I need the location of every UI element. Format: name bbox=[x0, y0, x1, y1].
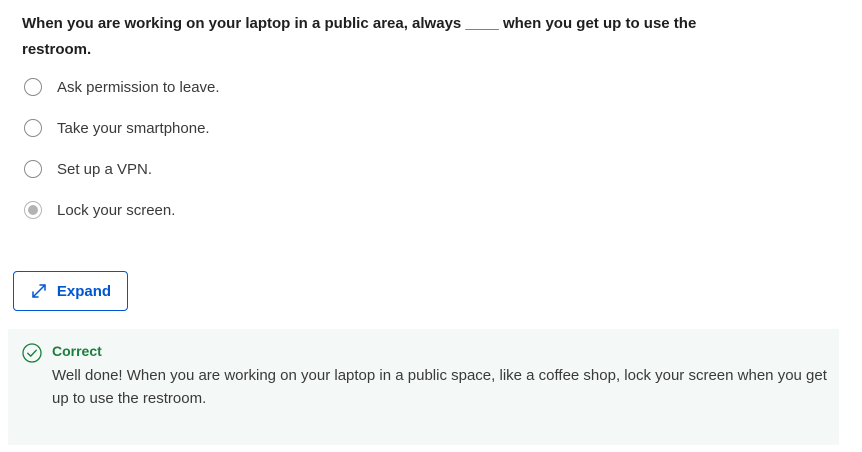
option-label: Ask permission to leave. bbox=[57, 78, 220, 96]
feedback-message: Well done! When you are working on your … bbox=[52, 367, 827, 407]
option-label: Set up a VPN. bbox=[57, 160, 153, 178]
expand-button[interactable]: Expand bbox=[13, 271, 128, 311]
feedback-panel: Correct Well done! When you are working … bbox=[8, 329, 839, 445]
feedback-status: Correct bbox=[52, 343, 102, 359]
radio-button[interactable] bbox=[24, 78, 42, 96]
radio-button[interactable] bbox=[24, 160, 42, 178]
option-label: Lock your screen. bbox=[57, 201, 176, 219]
radio-button[interactable] bbox=[24, 119, 42, 137]
question-text: When you are working on your laptop in a… bbox=[22, 15, 697, 58]
option-take-smartphone[interactable]: Take your smartphone. bbox=[24, 115, 220, 141]
radio-button-selected[interactable] bbox=[24, 201, 42, 219]
expand-arrows-icon bbox=[32, 284, 46, 298]
option-set-up-vpn[interactable]: Set up a VPN. bbox=[24, 156, 220, 182]
check-circle-icon bbox=[22, 343, 42, 363]
option-label: Take your smartphone. bbox=[57, 119, 210, 137]
expand-label: Expand bbox=[56, 282, 112, 300]
option-lock-screen[interactable]: Lock your screen. bbox=[24, 197, 220, 223]
answer-options: Ask permission to leave. Take your smart… bbox=[24, 74, 220, 238]
option-ask-permission[interactable]: Ask permission to leave. bbox=[24, 74, 220, 100]
